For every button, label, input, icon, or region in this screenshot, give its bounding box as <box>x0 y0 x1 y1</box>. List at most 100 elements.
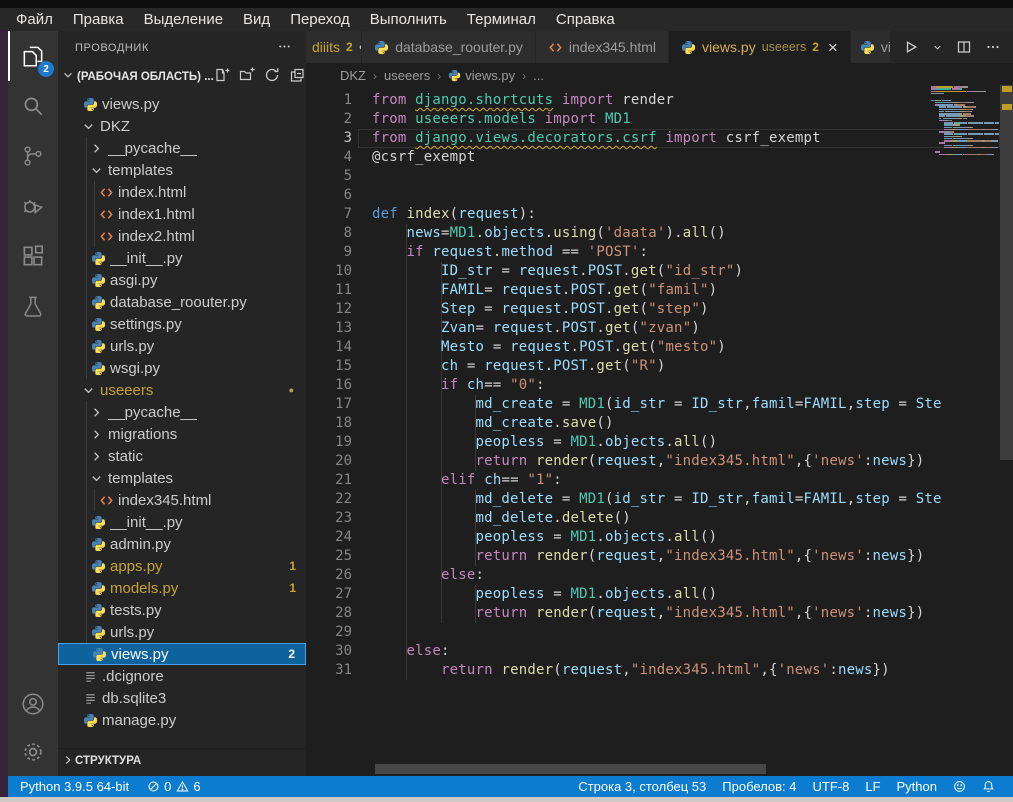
file-wsgi.py[interactable]: wsgi.py <box>58 357 306 379</box>
line-number: 6 <box>306 186 352 205</box>
activity-extensions[interactable] <box>8 231 58 281</box>
code-text: peopless = MD1.objects.all() <box>372 433 717 452</box>
status-eol[interactable]: LF <box>865 779 880 794</box>
file-index1.html[interactable]: index1.html <box>58 203 306 225</box>
horizontal-scrollbar[interactable] <box>375 764 766 774</box>
file-__init__.py[interactable]: __init__.py <box>58 511 306 533</box>
minimap[interactable] <box>931 86 1001 161</box>
file-db.sqlite3[interactable]: db.sqlite3 <box>58 687 306 709</box>
explorer-more-actions-icon[interactable] <box>277 39 292 57</box>
line-number: 26 <box>306 566 352 585</box>
tab-database-roouter-py[interactable]: database_roouter.py <box>362 31 536 63</box>
feedback-icon <box>953 780 966 793</box>
file-database_roouter.py[interactable]: database_roouter.py <box>58 291 306 313</box>
folder-useeers[interactable]: useeers● <box>58 379 306 401</box>
folder-migrations[interactable]: migrations <box>58 423 306 445</box>
code-line: 4@csrf_exempt <box>306 148 1013 167</box>
menu-item-4[interactable]: Вид <box>233 8 280 31</box>
file-index2.html[interactable]: index2.html <box>58 225 306 247</box>
file-admin.py[interactable]: admin.py <box>58 533 306 555</box>
file-index.html[interactable]: index.html <box>58 181 306 203</box>
more-actions-icon[interactable] <box>985 39 1001 55</box>
minimap-line <box>996 129 998 131</box>
close-icon[interactable]: × <box>828 39 838 56</box>
tree-item-label: __pycache__ <box>108 140 197 157</box>
folder-__pycache__[interactable]: __pycache__ <box>58 137 306 159</box>
tab-vie[interactable]: vie <box>851 31 891 63</box>
menu-item-1[interactable]: Файл <box>6 8 63 31</box>
folder-__pycache__[interactable]: __pycache__ <box>58 401 306 423</box>
menu-item-3[interactable]: Выделение <box>134 8 233 31</box>
menu-item-5[interactable]: Переход <box>280 8 360 31</box>
line-number: 14 <box>306 338 352 357</box>
folder-templates[interactable]: templates <box>58 467 306 489</box>
breadcrumb-item--[interactable]: ... <box>533 68 544 83</box>
code-editor[interactable]: 1from django.shortcuts import render2fro… <box>306 88 1013 776</box>
run-dropdown-icon[interactable] <box>932 42 943 53</box>
split-editor-icon[interactable] <box>956 39 972 55</box>
breadcrumb-item-views-py[interactable]: views.py <box>448 68 515 83</box>
file-index345.html[interactable]: index345.html <box>58 489 306 511</box>
activity-testing[interactable] <box>8 281 58 331</box>
refresh-icon[interactable] <box>264 67 280 86</box>
folder-DKZ[interactable]: DKZ <box>58 115 306 137</box>
file-views.py[interactable]: views.py <box>58 93 306 115</box>
tab-diiits[interactable]: diiits2● <box>306 31 362 63</box>
file-__init__.py[interactable]: __init__.py <box>58 247 306 269</box>
minimap-line <box>975 106 976 108</box>
file-asgi.py[interactable]: asgi.py <box>58 269 306 291</box>
status-feedback[interactable] <box>953 780 966 793</box>
html-icon <box>98 185 114 200</box>
breadcrumb[interactable]: DKZ›useeers›views.py›... <box>306 63 1013 88</box>
status-cursor-position[interactable]: Строка 3, столбец 53 <box>578 779 706 794</box>
folder-templates[interactable]: templates <box>58 159 306 181</box>
line-number: 28 <box>306 604 352 623</box>
file-urls.py[interactable]: urls.py <box>58 621 306 643</box>
activity-settings[interactable] <box>8 728 58 776</box>
outline-section-header[interactable]: СТРУКТУРА <box>58 748 306 773</box>
minimap-line <box>939 154 946 156</box>
file-urls.py[interactable]: urls.py <box>58 335 306 357</box>
workspace-section-header[interactable]: (РАБОЧАЯ ОБЛАСТЬ) ... <box>58 64 306 89</box>
new-folder-icon[interactable] <box>239 67 255 86</box>
status-encoding[interactable]: UTF-8 <box>813 779 850 794</box>
activity-account[interactable] <box>8 680 58 728</box>
breadcrumb-item-useeers[interactable]: useeers <box>384 68 430 83</box>
menu-item-7[interactable]: Терминал <box>457 8 546 31</box>
status-indentation[interactable]: Пробелов: 4 <box>722 779 796 794</box>
menu-item-8[interactable]: Справка <box>546 8 625 31</box>
status-problems[interactable]: 06 <box>147 779 200 794</box>
tab-views-py[interactable]: views.pyuseeers2× <box>669 31 851 63</box>
activity-search[interactable] <box>8 81 58 131</box>
minimap-line <box>958 147 965 149</box>
activity-explorer[interactable]: 2 <box>8 31 58 81</box>
new-file-icon[interactable] <box>214 67 230 86</box>
file-tests.py[interactable]: tests.py <box>58 599 306 621</box>
status-python-interpreter[interactable]: Python 3.9.5 64-bit <box>20 779 129 794</box>
status-notifications[interactable] <box>982 780 995 793</box>
tree-item-label: .dcignore <box>102 668 164 685</box>
collapse-all-icon[interactable] <box>289 67 305 86</box>
status-language-mode[interactable]: Python <box>897 779 937 794</box>
file-.dcignore[interactable]: .dcignore <box>58 665 306 687</box>
file-settings.py[interactable]: settings.py <box>58 313 306 335</box>
file-manage.py[interactable]: manage.py <box>58 709 306 731</box>
file-views.py[interactable]: views.py2 <box>58 643 306 665</box>
status-bar-left: Python 3.9.5 64-bit 06 <box>20 779 201 794</box>
tab-index345-html[interactable]: index345.html <box>536 31 669 63</box>
menu-item-6[interactable]: Выполнить <box>360 8 457 31</box>
minimap-line <box>990 122 994 124</box>
minimap-line <box>996 140 998 142</box>
code-line: 27 peopless = MD1.objects.all() <box>306 585 1013 604</box>
code-text: news=MD1.objects.using('daata').all() <box>372 224 726 243</box>
activity-source-control[interactable] <box>8 131 58 181</box>
overview-warning-mark <box>1002 104 1012 110</box>
file-apps.py[interactable]: apps.py1 <box>58 555 306 577</box>
vertical-scrollbar[interactable] <box>1000 85 1013 460</box>
activity-run-debug[interactable] <box>8 181 58 231</box>
folder-static[interactable]: static <box>58 445 306 467</box>
menu-item-2[interactable]: Правка <box>63 8 134 31</box>
file-models.py[interactable]: models.py1 <box>58 577 306 599</box>
run-python-file-icon[interactable] <box>903 39 919 55</box>
breadcrumb-item-DKZ[interactable]: DKZ <box>340 68 366 83</box>
